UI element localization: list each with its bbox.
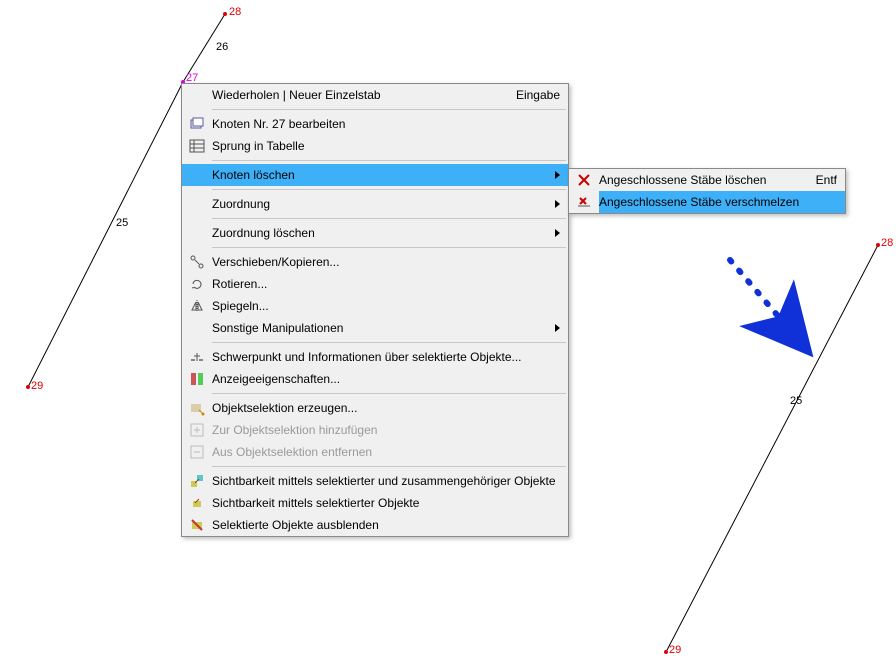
display-props-icon bbox=[182, 368, 212, 390]
menu-mirror-label: Spiegeln... bbox=[212, 299, 560, 313]
menu-vis-selected[interactable]: Sichtbarkeit mittels selektierter Objekt… bbox=[182, 492, 568, 514]
submenu-merge-members[interactable]: Angeschlossene Stäbe verschmelzen bbox=[569, 191, 845, 213]
rotate-icon bbox=[182, 273, 212, 295]
submenu-delete-members-shortcut: Entf bbox=[804, 173, 837, 187]
submenu-delete-members[interactable]: Angeschlossene Stäbe löschen Entf bbox=[569, 169, 845, 191]
separator bbox=[212, 342, 566, 343]
menu-delete-assignment-label: Zuordnung löschen bbox=[212, 226, 546, 240]
separator bbox=[212, 189, 566, 190]
menu-add-sel-label: Zur Objektselektion hinzufügen bbox=[212, 423, 560, 437]
table-icon bbox=[182, 135, 212, 157]
menu-rotate-label: Rotieren... bbox=[212, 277, 560, 291]
centroid-icon bbox=[182, 346, 212, 368]
menu-vis-related[interactable]: Sichtbarkeit mittels selektierter und zu… bbox=[182, 470, 568, 492]
blank-icon bbox=[182, 193, 212, 215]
menu-add-sel: Zur Objektselektion hinzufügen bbox=[182, 419, 568, 441]
hide-selected-icon bbox=[182, 514, 212, 536]
menu-create-sel-label: Objektselektion erzeugen... bbox=[212, 401, 560, 415]
create-selection-icon bbox=[182, 397, 212, 419]
menu-centroid-label: Schwerpunkt und Informationen über selek… bbox=[212, 350, 560, 364]
submenu-merge-members-label: Angeschlossene Stäbe verschmelzen bbox=[599, 195, 837, 209]
visibility-selected-icon bbox=[182, 492, 212, 514]
separator bbox=[212, 160, 566, 161]
node-28-right: 28 bbox=[881, 237, 893, 249]
menu-vis-related-label: Sichtbarkeit mittels selektierter und zu… bbox=[212, 474, 560, 488]
blank-icon bbox=[182, 164, 212, 186]
menu-delete-node[interactable]: Knoten löschen bbox=[182, 164, 568, 186]
menu-rotate[interactable]: Rotieren... bbox=[182, 273, 568, 295]
edit-node-icon bbox=[182, 113, 212, 135]
context-menu: Wiederholen | Neuer Einzelstab Eingabe K… bbox=[181, 83, 569, 537]
node-28-right-dot bbox=[876, 243, 880, 247]
menu-other-manip-label: Sonstige Manipulationen bbox=[212, 321, 546, 335]
menu-other-manip[interactable]: Sonstige Manipulationen bbox=[182, 317, 568, 339]
menu-remove-sel: Aus Objektselektion entfernen bbox=[182, 441, 568, 463]
remove-selection-icon bbox=[182, 441, 212, 463]
move-copy-icon bbox=[182, 251, 212, 273]
menu-assignment-label: Zuordnung bbox=[212, 197, 546, 211]
menu-assignment[interactable]: Zuordnung bbox=[182, 193, 568, 215]
menu-jump-table-label: Sprung in Tabelle bbox=[212, 139, 560, 153]
blank-icon bbox=[182, 222, 212, 244]
separator bbox=[212, 247, 566, 248]
menu-create-sel[interactable]: Objektselektion erzeugen... bbox=[182, 397, 568, 419]
menu-hide-selected-label: Selektierte Objekte ausblenden bbox=[212, 518, 560, 532]
menu-edit-node[interactable]: Knoten Nr. 27 bearbeiten bbox=[182, 113, 568, 135]
transition-arrow bbox=[720, 250, 840, 370]
node-29-right: 29 bbox=[669, 644, 681, 656]
submenu-arrow-icon bbox=[546, 321, 560, 335]
delete-members-icon bbox=[569, 169, 599, 191]
menu-delete-assignment[interactable]: Zuordnung löschen bbox=[182, 222, 568, 244]
menu-display-props-label: Anzeigeeigenschaften... bbox=[212, 372, 560, 386]
menu-move-copy-label: Verschieben/Kopieren... bbox=[212, 255, 560, 269]
delete-node-submenu: Angeschlossene Stäbe löschen Entf Angesc… bbox=[568, 168, 846, 214]
submenu-arrow-icon bbox=[546, 226, 560, 240]
merge-members-icon bbox=[569, 191, 599, 213]
menu-move-copy[interactable]: Verschieben/Kopieren... bbox=[182, 251, 568, 273]
mirror-icon bbox=[182, 295, 212, 317]
blank-icon bbox=[182, 84, 212, 106]
add-selection-icon bbox=[182, 419, 212, 441]
menu-repeat[interactable]: Wiederholen | Neuer Einzelstab Eingabe bbox=[182, 84, 568, 106]
menu-remove-sel-label: Aus Objektselektion entfernen bbox=[212, 445, 560, 459]
separator bbox=[212, 218, 566, 219]
blank-icon bbox=[182, 317, 212, 339]
menu-repeat-label: Wiederholen | Neuer Einzelstab bbox=[212, 88, 504, 102]
menu-vis-selected-label: Sichtbarkeit mittels selektierter Objekt… bbox=[212, 496, 560, 510]
menu-centroid[interactable]: Schwerpunkt und Informationen über selek… bbox=[182, 346, 568, 368]
menu-edit-node-label: Knoten Nr. 27 bearbeiten bbox=[212, 117, 560, 131]
node-29-right-dot bbox=[664, 650, 668, 654]
menu-mirror[interactable]: Spiegeln... bbox=[182, 295, 568, 317]
separator bbox=[212, 109, 566, 110]
separator bbox=[212, 393, 566, 394]
submenu-arrow-icon bbox=[546, 197, 560, 211]
submenu-delete-members-label: Angeschlossene Stäbe löschen bbox=[599, 173, 804, 187]
menu-hide-selected[interactable]: Selektierte Objekte ausblenden bbox=[182, 514, 568, 536]
menu-repeat-shortcut: Eingabe bbox=[504, 88, 560, 102]
submenu-arrow-icon bbox=[546, 168, 560, 182]
menu-delete-node-label: Knoten löschen bbox=[212, 168, 546, 182]
visibility-related-icon bbox=[182, 470, 212, 492]
separator bbox=[212, 466, 566, 467]
menu-display-props[interactable]: Anzeigeeigenschaften... bbox=[182, 368, 568, 390]
menu-jump-table[interactable]: Sprung in Tabelle bbox=[182, 135, 568, 157]
segment-25-right-label: 25 bbox=[790, 395, 802, 407]
